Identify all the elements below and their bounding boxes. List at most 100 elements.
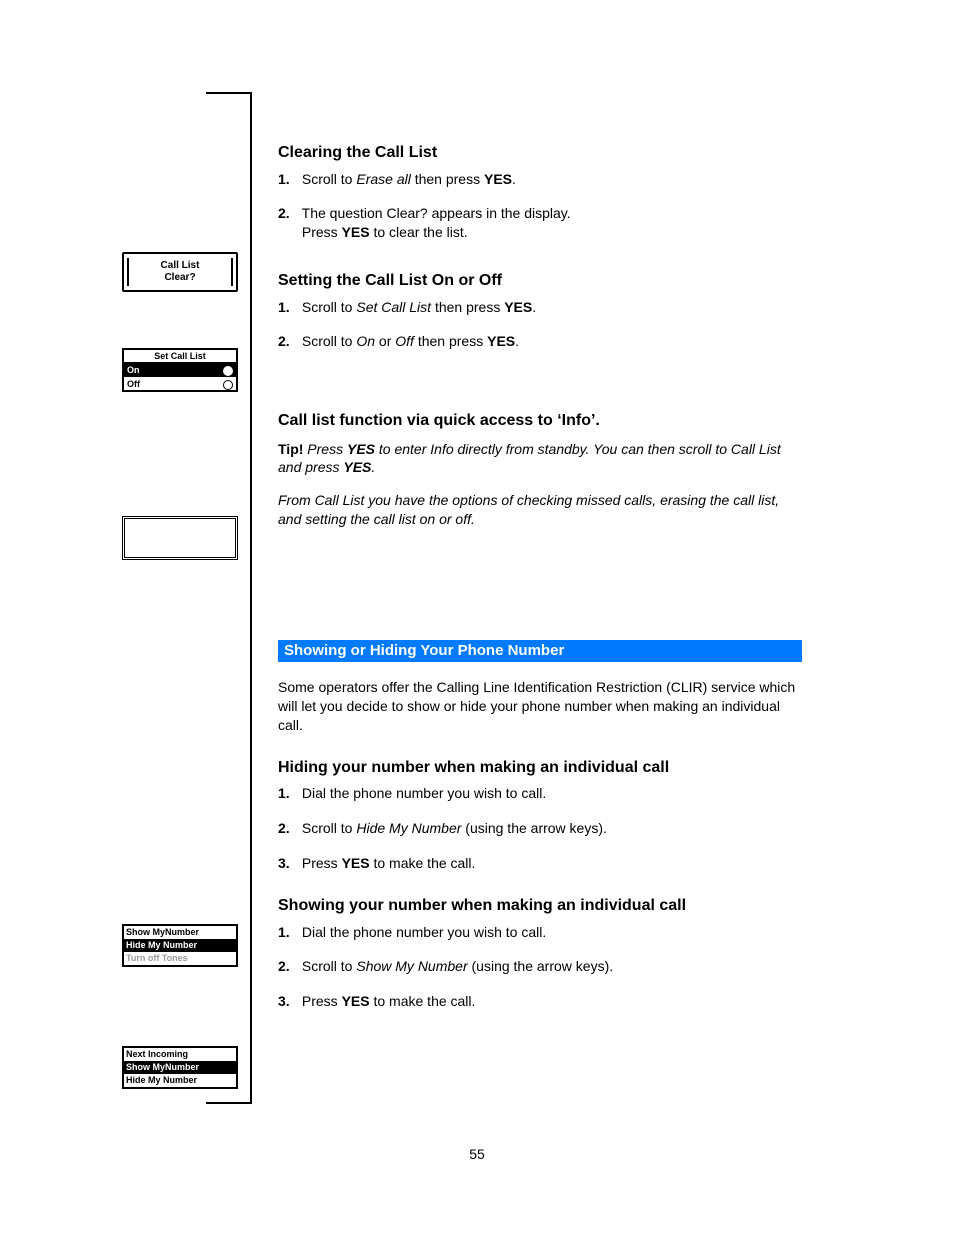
- step-text: Press: [302, 993, 342, 1009]
- clear-list-section: Clearing the Call List 1. Scroll to Eras…: [278, 128, 571, 258]
- menu-term: Hide My Number: [356, 820, 461, 836]
- step: 1. Dial the phone number you wish to cal…: [278, 784, 802, 803]
- key: YES: [484, 171, 512, 187]
- step: 1. Dial the phone number you wish to cal…: [278, 923, 802, 942]
- step: 1. Scroll to Erase all then press YES.: [278, 170, 571, 189]
- key: YES: [343, 459, 371, 475]
- divider-cap-bottom: [206, 1102, 252, 1104]
- menu-term: Off: [395, 333, 414, 349]
- lcd-line: Clear?: [124, 272, 236, 284]
- step-number: 3.: [278, 992, 298, 1011]
- key: YES: [342, 855, 370, 871]
- lcd-option-on: On: [124, 363, 236, 377]
- tip-text: and press: [278, 459, 343, 475]
- step-text: (using the arrow keys).: [468, 958, 614, 974]
- page-number: 55: [0, 1145, 954, 1164]
- lcd-option: Next Incoming: [124, 1048, 236, 1061]
- tip-paragraph: Tip! Press YES to enter Info directly fr…: [278, 440, 802, 478]
- menu-term: Call List: [315, 492, 365, 508]
- step-text: then press: [431, 299, 504, 315]
- radio-on-icon: [223, 366, 233, 376]
- tip-text: to enter: [375, 441, 430, 457]
- lcd-option: Turn off Tones: [124, 952, 236, 965]
- column-divider: [250, 92, 252, 1104]
- step-number: 2.: [278, 204, 298, 223]
- step-text: Press: [302, 855, 342, 871]
- step-text: Scroll to: [302, 820, 356, 836]
- key: YES: [342, 224, 370, 240]
- tip-label: Tip!: [278, 441, 307, 457]
- key: YES: [487, 333, 515, 349]
- step-text: .: [512, 171, 516, 187]
- step: 3. Press YES to make the call.: [278, 854, 802, 873]
- key: YES: [342, 993, 370, 1009]
- manual-page: Call List Clear? Set Call List On Off Sh…: [0, 0, 954, 1235]
- step: 2. Scroll to On or Off then press YES.: [278, 332, 536, 351]
- divider-cap-top: [206, 92, 252, 94]
- menu-term: Info: [430, 441, 453, 457]
- step: 2. The question Clear? appears in the di…: [278, 204, 571, 242]
- tip-section: Call list function via quick access to ‘…: [278, 396, 802, 533]
- lcd-option: Show MyNumber: [124, 926, 236, 939]
- step-text: (using the arrow keys).: [461, 820, 607, 836]
- lcd-show-my-number: Next Incoming Show MyNumber Hide My Numb…: [122, 1046, 238, 1089]
- step-text: then press: [414, 333, 487, 349]
- lcd-line: Call List: [124, 260, 236, 272]
- key: YES: [504, 299, 532, 315]
- step-text: to clear the list.: [370, 224, 468, 240]
- step-text: Scroll to: [302, 958, 356, 974]
- step-text: or: [375, 333, 395, 349]
- step-text: then press: [411, 171, 484, 187]
- tip-paragraph: From Call List you have the options of c…: [278, 491, 802, 529]
- show-hide-section: Some operators offer the Calling Line Id…: [278, 678, 802, 1027]
- radio-off-icon: [223, 380, 233, 390]
- section-bar-title: Showing or Hiding Your Phone Number: [284, 642, 564, 659]
- lcd-option-label: On: [127, 365, 140, 375]
- lcd-set-call-list: Set Call List On Off: [122, 348, 238, 392]
- step: 2. Scroll to Hide My Number (using the a…: [278, 819, 802, 838]
- lcd-title: Set Call List: [124, 350, 236, 363]
- heading: Clearing the Call List: [278, 142, 571, 164]
- step-text: to make the call.: [370, 855, 476, 871]
- lcd-option-selected: Show MyNumber: [124, 1061, 236, 1074]
- key: YES: [347, 441, 375, 457]
- step-number: 2.: [278, 957, 298, 976]
- step-text: to make the call.: [370, 993, 476, 1009]
- heading: Call list function via quick access to ‘…: [278, 410, 802, 432]
- menu-term: Set Call List: [356, 299, 431, 315]
- menu-term: On: [356, 333, 375, 349]
- lcd-clear-dialog: Call List Clear?: [122, 252, 238, 292]
- step-number: 1.: [278, 784, 298, 803]
- step-text: Dial the phone number you wish to call.: [302, 785, 546, 801]
- step-number: 3.: [278, 854, 298, 873]
- step-text: Scroll to: [302, 333, 356, 349]
- lcd-option-off: Off: [124, 377, 236, 391]
- tip-text: .: [371, 459, 375, 475]
- step-text: The question Clear? appears in the displ…: [302, 205, 571, 221]
- step-number: 2.: [278, 332, 298, 351]
- step-text: Press: [302, 224, 342, 240]
- step-text: Dial the phone number you wish to call.: [302, 924, 546, 940]
- step: 1. Scroll to Set Call List then press YE…: [278, 298, 536, 317]
- step-number: 1.: [278, 923, 298, 942]
- lcd-placeholder: [122, 516, 238, 560]
- step: 3. Press YES to make the call.: [278, 992, 802, 1011]
- menu-term: Call List: [731, 441, 781, 457]
- step-text: Scroll to: [302, 171, 356, 187]
- menu-term: Erase all: [356, 171, 410, 187]
- menu-term: Show My Number: [356, 958, 467, 974]
- step-number: 2.: [278, 819, 298, 838]
- step-number: 1.: [278, 170, 298, 189]
- lcd-option-label: Off: [127, 379, 140, 389]
- lcd-hide-my-number: Show MyNumber Hide My Number Turn off To…: [122, 924, 238, 967]
- lcd-option-selected: Hide My Number: [124, 939, 236, 952]
- step-number: 1.: [278, 298, 298, 317]
- heading: Hiding your number when making an indivi…: [278, 757, 802, 779]
- intro-paragraph: Some operators offer the Calling Line Id…: [278, 678, 802, 735]
- section-bar: Showing or Hiding Your Phone Number: [278, 640, 802, 662]
- set-list-section: Setting the Call List On or Off 1. Scrol…: [278, 256, 536, 367]
- lcd-option: Hide My Number: [124, 1074, 236, 1087]
- step-text: .: [515, 333, 519, 349]
- tip-text: From: [278, 492, 315, 508]
- heading: Showing your number when making an indiv…: [278, 895, 802, 917]
